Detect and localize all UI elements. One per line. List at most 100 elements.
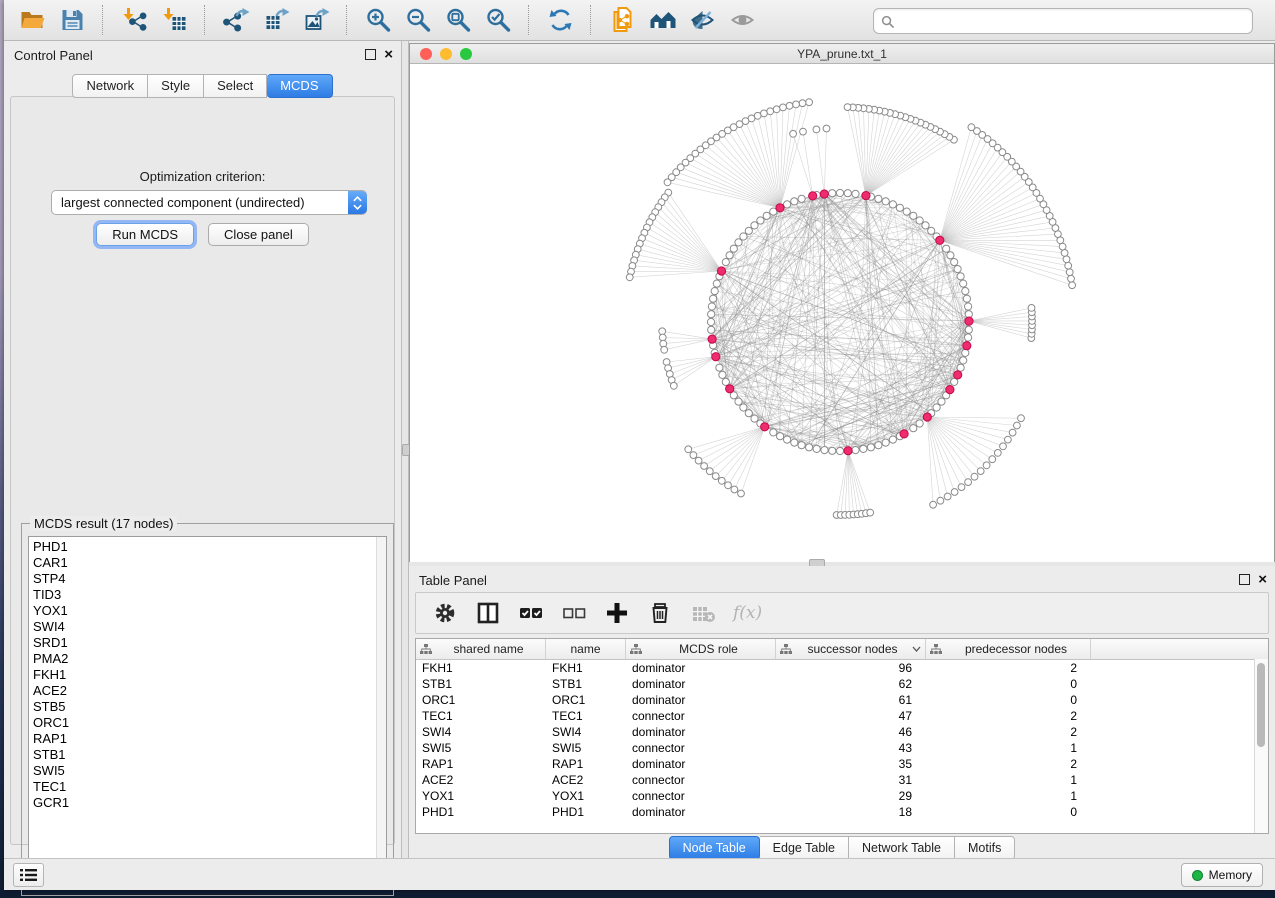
graph-node[interactable] xyxy=(965,334,972,341)
graph-node[interactable] xyxy=(882,198,889,205)
graph-node[interactable] xyxy=(962,349,969,356)
graph-leaf-node[interactable] xyxy=(712,473,719,480)
graph-hub-node[interactable] xyxy=(844,447,852,455)
graph-node[interactable] xyxy=(836,189,843,196)
mcds-result-item[interactable]: GCR1 xyxy=(33,795,386,811)
graph-node[interactable] xyxy=(875,195,882,202)
criterion-dropdown[interactable]: largest connected component (undirected) xyxy=(51,190,367,215)
table-scrollbar[interactable] xyxy=(1254,659,1268,833)
toolbar-import-table-button[interactable] xyxy=(156,3,192,37)
graph-leaf-node[interactable] xyxy=(951,489,958,496)
graph-node[interactable] xyxy=(867,444,874,451)
graph-hub-node[interactable] xyxy=(776,204,784,212)
toolbar-share-document-button[interactable] xyxy=(604,3,640,37)
graph-leaf-node[interactable] xyxy=(983,462,990,469)
graph-leaf-node[interactable] xyxy=(1065,262,1072,269)
table-toolbar-deselect-all-button[interactable] xyxy=(561,600,587,626)
mcds-result-item[interactable]: SRD1 xyxy=(33,635,386,651)
graph-leaf-node[interactable] xyxy=(989,456,996,463)
tab-select[interactable]: Select xyxy=(204,74,267,98)
graph-node[interactable] xyxy=(770,429,777,436)
graph-node[interactable] xyxy=(710,295,717,302)
graph-leaf-node[interactable] xyxy=(1028,305,1035,312)
table-row[interactable]: FKH1FKH1dominator962 xyxy=(416,660,1268,676)
graph-node[interactable] xyxy=(910,425,917,432)
graph-leaf-node[interactable] xyxy=(690,452,697,459)
tab-motifs[interactable]: Motifs xyxy=(955,836,1015,860)
graph-hub-node[interactable] xyxy=(708,335,716,343)
graph-node[interactable] xyxy=(933,404,940,411)
mcds-list-scrollbar[interactable] xyxy=(376,537,386,886)
graph-leaf-node[interactable] xyxy=(773,106,780,113)
toolbar-network-analyzer-button[interactable] xyxy=(644,3,680,37)
column-header-shared-name[interactable]: shared name xyxy=(416,639,546,659)
graph-node[interactable] xyxy=(784,436,791,443)
network-window-titlebar[interactable]: YPA_prune.txt_1 xyxy=(410,44,1274,64)
mcds-result-item[interactable]: YOX1 xyxy=(33,603,386,619)
table-toolbar-delete-column-button[interactable] xyxy=(647,600,673,626)
graph-node[interactable] xyxy=(791,439,798,446)
mcds-result-item[interactable]: SWI5 xyxy=(33,763,386,779)
graph-leaf-node[interactable] xyxy=(661,346,668,353)
graph-leaf-node[interactable] xyxy=(1059,243,1066,250)
graph-node[interactable] xyxy=(882,439,889,446)
graph-node[interactable] xyxy=(896,204,903,211)
graph-node[interactable] xyxy=(910,212,917,219)
table-toolbar-columns-button[interactable] xyxy=(475,600,501,626)
mcds-result-item[interactable]: RAP1 xyxy=(33,731,386,747)
graph-leaf-node[interactable] xyxy=(1014,422,1021,429)
float-table-panel-icon[interactable] xyxy=(1239,574,1250,585)
sort-dropdown-icon[interactable] xyxy=(912,646,921,652)
graph-leaf-node[interactable] xyxy=(725,482,732,489)
graph-leaf-node[interactable] xyxy=(799,100,806,107)
graph-node[interactable] xyxy=(740,404,747,411)
graph-node[interactable] xyxy=(916,217,923,224)
graph-hub-node[interactable] xyxy=(862,192,870,200)
graph-leaf-node[interactable] xyxy=(780,104,787,111)
mcds-result-item[interactable]: SWI4 xyxy=(33,619,386,635)
column-header-successor-nodes[interactable]: successor nodes xyxy=(776,639,926,659)
graph-leaf-node[interactable] xyxy=(813,126,820,133)
mcds-result-item[interactable]: ACE2 xyxy=(33,683,386,699)
graph-node[interactable] xyxy=(875,442,882,449)
mcds-result-item[interactable]: ORC1 xyxy=(33,715,386,731)
table-toolbar-add-column-button[interactable] xyxy=(604,600,630,626)
graph-node[interactable] xyxy=(730,245,737,252)
graph-node[interactable] xyxy=(947,252,954,259)
toolbar-export-network-button[interactable] xyxy=(218,3,254,37)
table-row[interactable]: SWI5SWI5connector431 xyxy=(416,740,1268,756)
table-row[interactable]: STB1STB1dominator620 xyxy=(416,676,1268,692)
search-field[interactable] xyxy=(873,8,1253,34)
tab-mcds[interactable]: MCDS xyxy=(267,74,332,98)
graph-node[interactable] xyxy=(719,371,726,378)
column-header-name[interactable]: name xyxy=(546,639,626,659)
graph-node[interactable] xyxy=(763,212,770,219)
graph-leaf-node[interactable] xyxy=(1063,256,1070,263)
mcds-result-item[interactable]: CAR1 xyxy=(33,555,386,571)
graph-leaf-node[interactable] xyxy=(994,450,1001,457)
graph-hub-node[interactable] xyxy=(936,236,944,244)
close-panel-icon[interactable]: × xyxy=(384,50,393,60)
toolbar-refresh-layout-button[interactable] xyxy=(542,3,578,37)
graph-leaf-node[interactable] xyxy=(800,128,807,135)
graph-node[interactable] xyxy=(957,364,964,371)
toolbar-hide-graphics-details-button[interactable] xyxy=(684,3,720,37)
table-row[interactable]: ORC1ORC1dominator610 xyxy=(416,692,1268,708)
graph-leaf-node[interactable] xyxy=(968,124,975,131)
graph-leaf-node[interactable] xyxy=(844,104,851,111)
mcds-result-item[interactable]: STB1 xyxy=(33,747,386,763)
tab-network[interactable]: Network xyxy=(72,74,148,98)
graph-leaf-node[interactable] xyxy=(944,493,951,500)
graph-hub-node[interactable] xyxy=(963,342,971,350)
run-mcds-button[interactable]: Run MCDS xyxy=(96,223,194,246)
graph-node[interactable] xyxy=(745,410,752,417)
column-header-MCDS-role[interactable]: MCDS role xyxy=(626,639,776,659)
table-row[interactable]: YOX1YOX1connector291 xyxy=(416,788,1268,804)
graph-node[interactable] xyxy=(960,280,967,287)
table-row[interactable]: RAP1RAP1dominator352 xyxy=(416,756,1268,772)
graph-leaf-node[interactable] xyxy=(977,468,984,475)
graph-node[interactable] xyxy=(798,442,805,449)
graph-leaf-node[interactable] xyxy=(1005,436,1012,443)
graph-leaf-node[interactable] xyxy=(1066,269,1073,276)
tab-network-table[interactable]: Network Table xyxy=(849,836,955,860)
